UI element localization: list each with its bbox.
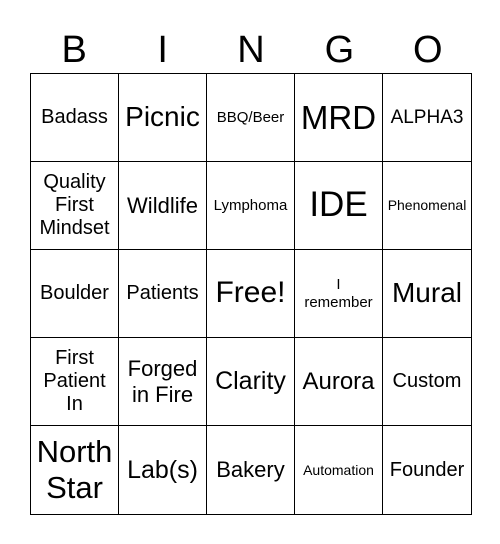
bingo-cell[interactable]: Lymphoma <box>207 162 295 250</box>
bingo-grid: Badass Picnic BBQ/Beer MRD ALPHA3 Qualit… <box>30 73 472 515</box>
bingo-cell[interactable]: MRD <box>295 74 383 162</box>
bingo-cell[interactable]: Founder <box>383 426 471 514</box>
free-space-cell[interactable]: Free! <box>207 250 295 338</box>
header-letter-g: G <box>324 29 355 71</box>
header-letter-o: O <box>413 29 443 71</box>
bingo-cell[interactable]: Quality First Mindset <box>31 162 119 250</box>
bingo-cell[interactable]: Wildlife <box>119 162 207 250</box>
bingo-cell[interactable]: Clarity <box>207 338 295 426</box>
bingo-cell[interactable]: Badass <box>31 74 119 162</box>
header-letter-i: I <box>157 29 168 71</box>
bingo-cell[interactable]: Picnic <box>119 74 207 162</box>
bingo-cell[interactable]: Custom <box>383 338 471 426</box>
bingo-header: B I N G O <box>30 26 472 74</box>
bingo-cell[interactable]: Aurora <box>295 338 383 426</box>
bingo-cell[interactable]: North Star <box>31 426 119 514</box>
bingo-cell[interactable]: ALPHA3 <box>383 74 471 162</box>
bingo-cell[interactable]: I remember <box>295 250 383 338</box>
header-letter-n: N <box>237 29 265 71</box>
bingo-cell[interactable]: Lab(s) <box>119 426 207 514</box>
bingo-cell[interactable]: Phenomenal <box>383 162 471 250</box>
bingo-cell[interactable]: Boulder <box>31 250 119 338</box>
bingo-cell[interactable]: BBQ/Beer <box>207 74 295 162</box>
bingo-cell[interactable]: Automation <box>295 426 383 514</box>
bingo-cell[interactable]: Bakery <box>207 426 295 514</box>
bingo-cell[interactable]: IDE <box>295 162 383 250</box>
bingo-cell[interactable]: Forged in Fire <box>119 338 207 426</box>
bingo-cell[interactable]: First Patient In <box>31 338 119 426</box>
bingo-cell[interactable]: Mural <box>383 250 471 338</box>
bingo-cell[interactable]: Patients <box>119 250 207 338</box>
header-letter-b: B <box>61 29 87 71</box>
